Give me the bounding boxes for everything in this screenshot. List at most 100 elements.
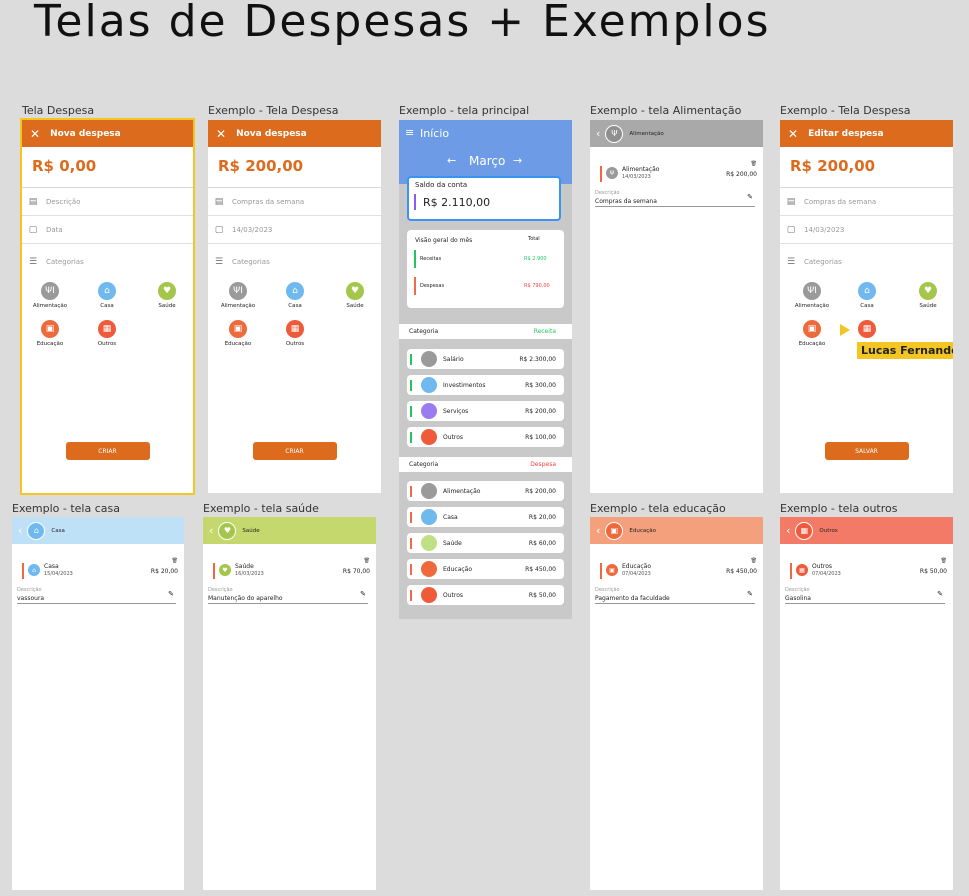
detail-header: ‹ ▦ Outros: [780, 517, 953, 544]
close-icon[interactable]: ✕: [788, 127, 798, 141]
category-saude[interactable]: ♥ Saúde: [137, 282, 193, 309]
close-icon[interactable]: ✕: [30, 127, 40, 141]
house-icon: ⌂: [98, 282, 116, 300]
close-icon[interactable]: ✕: [216, 127, 226, 141]
item-value: R$ 100,00: [525, 434, 556, 441]
category-outros[interactable]: ▦ Outros: [265, 320, 325, 347]
expense-item-casa[interactable]: Casa R$ 20,00: [407, 507, 564, 527]
category-casa[interactable]: ⌂ Casa: [837, 282, 897, 309]
next-month-arrow-icon[interactable]: →: [513, 154, 522, 167]
item-value: R$ 300,00: [525, 382, 556, 389]
category-alimentacao[interactable]: ΨΙ Alimentação: [208, 282, 268, 309]
categories-field: ☰ Categorias: [780, 244, 953, 280]
entry-name: Outros: [812, 563, 833, 570]
description-value[interactable]: Gasolina: [785, 595, 945, 604]
pencil-icon[interactable]: ✎: [747, 193, 753, 201]
pencil-icon[interactable]: ✎: [747, 590, 753, 598]
heart-icon: ♥: [158, 282, 176, 300]
trash-icon[interactable]: 🗑: [172, 558, 178, 564]
description-field[interactable]: ▤ Descrição: [22, 188, 193, 216]
item-name: Outros: [443, 592, 464, 599]
category-outros[interactable]: ▦ Outros: [77, 320, 137, 347]
book-icon: [421, 561, 437, 577]
item-value: R$ 200,00: [525, 488, 556, 495]
frame-label-casa: Exemplo - tela casa: [12, 502, 120, 515]
month-label: Março: [469, 154, 506, 168]
date-field[interactable]: ▢ 14/03/2023: [208, 216, 381, 244]
income-item-outros[interactable]: Outros R$ 100,00: [407, 427, 564, 447]
trash-icon[interactable]: 🗑: [751, 161, 757, 167]
app-header: ✕ Editar despesa: [780, 120, 953, 147]
detail-title: Outros: [819, 527, 838, 534]
category-casa[interactable]: ⌂ Casa: [265, 282, 325, 309]
income-item-servicos[interactable]: Serviços R$ 200,00: [407, 401, 564, 421]
expense-entry[interactable]: ⌂ Casa 15/04/2023 🗑 R$ 20,00: [22, 558, 180, 581]
description-value[interactable]: Manutenção do aparelho: [208, 595, 368, 604]
description-value[interactable]: vassoura: [17, 595, 176, 604]
entry-value: R$ 50,00: [919, 568, 947, 575]
amount-field[interactable]: R$ 0,00: [22, 147, 193, 188]
expense-item-educacao[interactable]: Educação R$ 450,00: [407, 559, 564, 579]
back-arrow-icon[interactable]: ‹: [596, 524, 600, 537]
expense-entry[interactable]: ♥ Saúde 16/03/2023 🗑 R$ 70,00: [213, 558, 372, 581]
main-header: ≡ Início ← Março →: [399, 120, 572, 184]
income-item-salario[interactable]: Salário R$ 2.300,00: [407, 349, 564, 369]
expense-entry[interactable]: ▦ Outros 07/04/2023 🗑 R$ 50,00: [790, 558, 949, 581]
entry-value: R$ 20,00: [150, 568, 178, 575]
description-field[interactable]: ▤ Compras da semana: [208, 188, 381, 216]
category-label: Categoria: [409, 461, 439, 468]
create-button[interactable]: CRIAR: [65, 442, 150, 460]
prev-month-arrow-icon[interactable]: ←: [447, 154, 456, 167]
amount-field[interactable]: R$ 200,00: [208, 147, 381, 188]
entry-date: 07/04/2023: [812, 571, 841, 577]
cutlery-icon: ΨΙ: [803, 282, 821, 300]
category-saude[interactable]: ♥ Saúde: [898, 282, 953, 309]
grid-icon: ▦: [858, 320, 876, 338]
expense-item-saude[interactable]: Saúde R$ 60,00: [407, 533, 564, 553]
detail-header: ‹ ▣ Educação: [590, 517, 763, 544]
amount-field[interactable]: R$ 200,00: [780, 147, 953, 188]
item-name: Serviços: [443, 408, 469, 415]
trash-icon[interactable]: 🗑: [751, 558, 757, 564]
item-value: R$ 2.300,00: [519, 356, 556, 363]
back-arrow-icon[interactable]: ‹: [18, 524, 22, 537]
save-button[interactable]: SALVAR: [824, 442, 909, 460]
item-name: Casa: [443, 514, 458, 521]
expense-item-outros[interactable]: Outros R$ 50,00: [407, 585, 564, 605]
menu-icon[interactable]: ≡: [405, 126, 414, 139]
item-value: R$ 20,00: [528, 514, 556, 521]
salary-icon: [421, 351, 437, 367]
description-field[interactable]: ▤ Compras da semana: [780, 188, 953, 216]
income-label: Receitas: [420, 256, 442, 262]
entry-bar: [790, 563, 792, 579]
date-field[interactable]: ▢ Data: [22, 216, 193, 244]
expense-entry[interactable]: ▣ Educação 07/04/2023 🗑 R$ 450,00: [600, 558, 759, 581]
balance-label: Saldo da conta: [415, 181, 468, 189]
trash-icon[interactable]: 🗑: [941, 558, 947, 564]
balance-card: Saldo da conta R$ 2.110,00: [407, 176, 561, 221]
category-educacao[interactable]: ▣ Educação: [782, 320, 842, 347]
back-arrow-icon[interactable]: ‹: [786, 524, 790, 537]
category-educacao[interactable]: ▣ Educação: [22, 320, 80, 347]
category-alimentacao[interactable]: ΨΙ Alimentação: [782, 282, 842, 309]
category-alimentacao[interactable]: ΨΙ Alimentação: [22, 282, 80, 309]
trash-icon[interactable]: 🗑: [364, 558, 370, 564]
category-saude[interactable]: ♥ Saúde: [325, 282, 381, 309]
category-casa[interactable]: ⌂ Casa: [77, 282, 137, 309]
back-arrow-icon[interactable]: ‹: [209, 524, 213, 537]
income-item-investimentos[interactable]: Investimentos R$ 300,00: [407, 375, 564, 395]
create-button[interactable]: CRIAR: [252, 442, 337, 460]
cursor-user-label: Lucas Fernando: [857, 342, 953, 359]
description-value[interactable]: Pagamento da faculdade: [595, 595, 755, 604]
category-educacao[interactable]: ▣ Educação: [208, 320, 268, 347]
expense-item-alimentacao[interactable]: Alimentação R$ 200,00: [407, 481, 564, 501]
frame-alimentacao: ‹ Ψ Alimentação Ψ Alimentação 14/03/2023…: [590, 120, 763, 493]
date-field[interactable]: ▢ 14/03/2023: [780, 216, 953, 244]
expense-entry[interactable]: Ψ Alimentação 14/03/2023 🗑 R$ 200,00: [600, 161, 759, 184]
pencil-icon[interactable]: ✎: [168, 590, 174, 598]
pencil-icon[interactable]: ✎: [360, 590, 366, 598]
description-value[interactable]: Compras da semana: [595, 198, 755, 207]
description-label: Descrição: [785, 587, 810, 593]
pencil-icon[interactable]: ✎: [937, 590, 943, 598]
back-arrow-icon[interactable]: ‹: [596, 127, 600, 140]
